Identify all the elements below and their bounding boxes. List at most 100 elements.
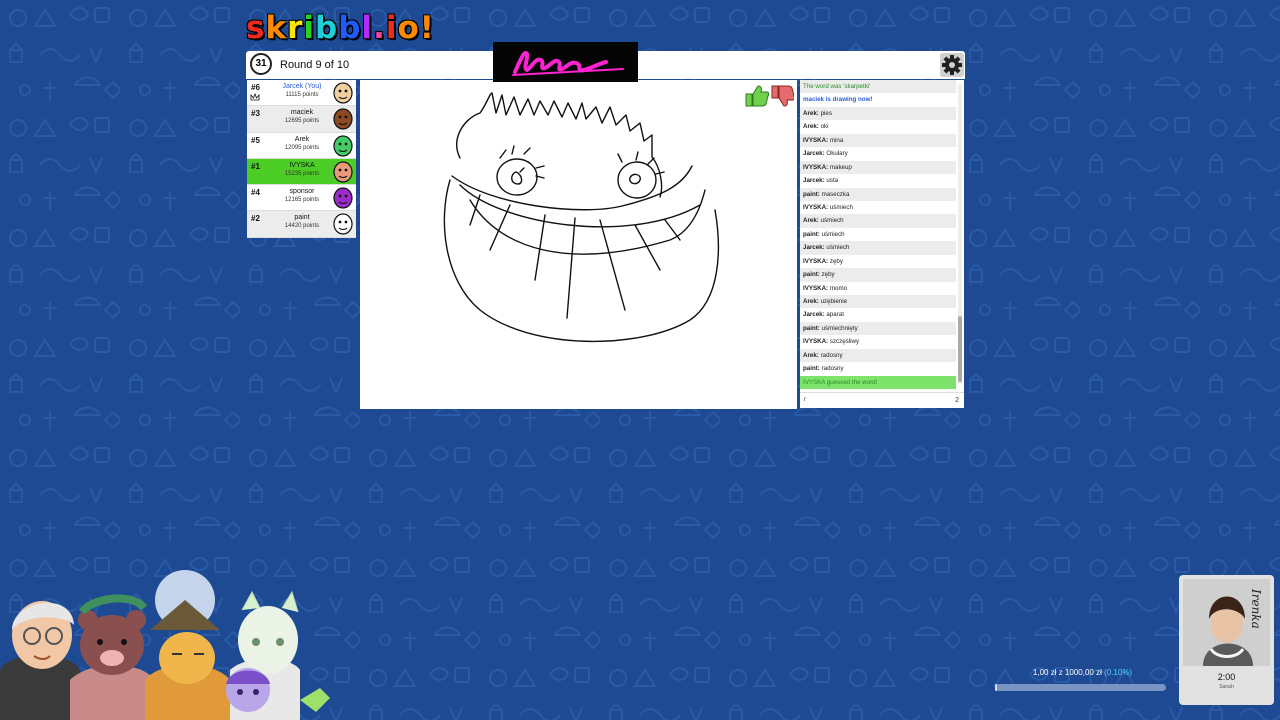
chat-message: The word was 'skarpetki' [800,80,956,94]
skribbl-logo: skribbl.io! [246,10,435,46]
chat-panel: The word was 'skarpetki' maciek is drawin… [800,80,964,392]
chat-username: Arek: [803,298,819,305]
player-name: IVYSKA [289,161,315,169]
player-rank: #6 [251,83,260,92]
now-playing-card: Irenka 2:00 Sanah [1179,575,1274,705]
logo-letter: l [361,10,374,46]
player-row[interactable]: #2 paint 14420 points [247,211,356,238]
chat-username: Arek: [803,123,819,131]
chat-text: Okulary [826,150,848,158]
drawing-canvas[interactable] [360,80,797,409]
chat-message: IVYSKA: momo [800,282,956,295]
chat-message: IVYSKA: uśmiech [800,201,956,214]
player-avatar [333,187,353,209]
chat-username: Jarcek: [803,150,825,158]
player-avatar [333,82,353,104]
chat-username: Jarcek: [803,244,825,252]
owner-crown-icon [250,93,260,101]
donation-goal: 1,00 zł z 1000,00 zł (0.10%) [1000,668,1165,677]
chat-text: pies [820,109,832,117]
chat-message: paint: maseczka [800,187,956,201]
player-points: 14420 points [284,223,320,230]
chat-text: uśmiech [820,217,844,225]
chat-text: usta [826,177,839,185]
round-indicator: Round 9 of 10 [280,59,350,71]
chat-username: Arek: [803,109,819,117]
thumbs-up-icon[interactable] [745,85,770,107]
player-row[interactable]: #5 Arek 12095 points [247,132,356,159]
chat-text: uśmiech [821,230,845,238]
chat-text: uśmiechnięty [821,324,858,332]
player-points: 12165 points [284,197,320,204]
logo-letter: b [315,10,339,46]
player-rank: #1 [251,161,260,171]
chat-message: Arek: pies [800,106,956,121]
chat-text: maseczka [821,190,850,198]
scribble-word-overlay [512,51,624,76]
chat-message: Arek: uśmiech [800,214,956,228]
chat-message: maciek is drawing now! [803,96,873,104]
chat-text: makeup [829,163,852,171]
chat-text: uśmiech [829,203,853,211]
chat-message: Jarcek: usta [800,174,956,187]
alarm-clock-timer: 31 [250,53,272,75]
song-artist: Sanah [1219,684,1234,690]
chat-username: paint: [803,190,820,198]
chat-message: paint: zęby [800,268,956,282]
chat-input-value: r [804,397,806,403]
player-points: 15235 points [284,170,320,177]
gnome-avatar [145,570,230,720]
chat-username: IVYSKA: [803,163,829,171]
player-name: maciek [290,109,314,117]
logo-letter: k [265,10,288,46]
chat-username: paint: [803,230,820,238]
chat-text: oki [820,123,829,131]
chat-message: IVYSKA: szczęśliwy [800,335,956,348]
rate-drawing-buttons [745,85,794,107]
chat-text: szczęśliwy [829,338,860,346]
chat-text: zęby [829,257,843,265]
song-title: Irenka [1249,589,1263,629]
chat-text: aparat [826,311,844,319]
chat-username: Jarcek: [803,177,825,185]
chat-char-count: 2 [955,397,959,404]
chat-username: Jarcek: [803,311,825,319]
player-avatar [333,134,353,157]
player-row[interactable]: #4 sponsor 12165 points [247,185,356,212]
chat-username: Arek: [803,351,819,359]
chat-message: Jarcek: uśmiech [800,241,956,255]
player-row[interactable]: #1 IVYSKA 15235 points [247,158,356,186]
chat-message: paint: uśmiechnięty [800,321,956,336]
player-avatar [333,108,353,130]
player-name: sponsor [289,188,315,196]
chat-text: momo [829,284,848,292]
streamer-avatars [0,570,330,720]
chat-message: paint: radosny [800,362,956,375]
song-duration: 2:00 [1217,672,1236,682]
donation-progress-bar [995,684,1166,691]
chat-username: paint: [803,324,820,332]
chat-scrollbar-thumb[interactable] [958,316,962,382]
chat-message: IVYSKA: zęby [800,255,956,268]
player-points: 12095 points [284,144,320,151]
logo-letter: . [373,10,386,46]
logo-letter: s [246,10,266,46]
purple-chibi-avatar [226,668,270,712]
chat-message: Jarcek: Okulary [800,147,956,160]
logo-letter: o [397,10,420,46]
player-rank: #4 [251,188,260,198]
chat-text: uśmiech [826,244,850,252]
logo-letter: i [303,10,316,46]
player-row[interactable]: #3 maciek 12695 points [247,106,356,133]
thumbs-down-icon[interactable] [771,85,794,107]
chat-text: mina [829,136,844,144]
chat-username: IVYSKA: [803,338,829,346]
chat-text: radosny [821,365,844,373]
chat-input[interactable]: r 2 [800,392,964,408]
player-row[interactable]: #6 Jarcek (You) 11115 points [247,80,356,107]
player-avatar [333,213,353,236]
chat-username: IVYSKA: [803,203,829,211]
chat-message: Arek: uzębienie [800,295,956,309]
settings-gear-icon[interactable] [940,53,964,77]
chat-text: zęby [821,271,835,279]
